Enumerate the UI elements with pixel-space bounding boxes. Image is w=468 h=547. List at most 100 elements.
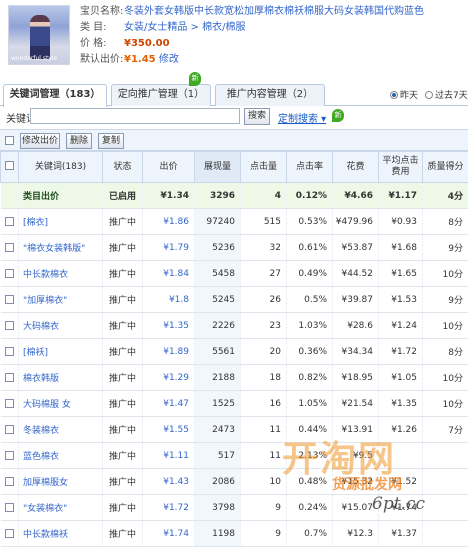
keyword-link[interactable]: 大码棉服 女 [23, 400, 71, 410]
bid-cell[interactable]: ¥1.11 [143, 443, 195, 469]
quality-cell: 7分 [423, 417, 468, 443]
product-thumbnail[interactable]: wonderful style [8, 5, 70, 65]
header-avg-cpc[interactable]: 平均点击费用 [379, 152, 423, 183]
row-checkbox[interactable] [5, 451, 14, 460]
bid-cell[interactable]: ¥1.72 [143, 495, 195, 521]
row-checkbox[interactable] [5, 347, 14, 356]
product-name-link[interactable]: 冬装外套女韩版中长款宽松加厚棉衣棉袄棉服大码女装韩国代购蓝色 [124, 4, 424, 20]
bid-cell[interactable]: ¥1.8 [143, 287, 195, 313]
table-row: 冬装棉衣推广中¥1.552473110.44%¥13.91¥1.267分 [1, 417, 468, 443]
keyword-link[interactable]: 大码棉衣 [23, 322, 59, 332]
bid-cell[interactable]: ¥1.29 [143, 365, 195, 391]
bid-cell[interactable]: ¥1.74 [143, 521, 195, 547]
bid-cell[interactable]: ¥1.86 [143, 209, 195, 235]
bid-link[interactable]: ¥1.29 [163, 373, 189, 383]
keyword-cell[interactable]: 蓝色棉衣 [19, 443, 103, 469]
header-clicks[interactable]: 点击量 [241, 152, 287, 183]
keyword-link[interactable]: 冬装棉衣 [23, 426, 59, 436]
bid-link[interactable]: ¥1.84 [163, 269, 189, 279]
header-checkbox[interactable] [1, 152, 19, 183]
row-checkbox[interactable] [5, 503, 14, 512]
bid-link[interactable]: ¥1.35 [163, 321, 189, 331]
keyword-link[interactable]: 中长款棉袄 [23, 530, 68, 540]
summary-bid[interactable]: ¥1.34 [143, 183, 195, 209]
keyword-link[interactable]: "加厚棉衣" [23, 296, 67, 306]
header-impressions[interactable]: 展现量 [195, 152, 241, 183]
header-cost[interactable]: 花费 [333, 152, 379, 183]
keyword-cell[interactable]: 棉衣韩版 [19, 365, 103, 391]
keyword-link[interactable]: "棉衣女装韩版" [23, 244, 85, 254]
bid-cell[interactable]: ¥1.35 [143, 313, 195, 339]
bid-cell[interactable]: ¥1.89 [143, 339, 195, 365]
bid-link[interactable]: ¥1.43 [163, 477, 189, 487]
header-bid[interactable]: 出价 [143, 152, 195, 183]
keyword-cell[interactable]: [棉衣] [19, 209, 103, 235]
bid-link[interactable]: ¥1.72 [163, 503, 189, 513]
select-all-checkbox[interactable] [5, 136, 14, 145]
keyword-cell[interactable]: 大码棉衣 [19, 313, 103, 339]
keyword-cell[interactable]: [棉袄] [19, 339, 103, 365]
keyword-link[interactable]: 棉衣韩版 [23, 374, 59, 384]
table-row: 大码棉服 女推广中¥1.471525161.05%¥21.54¥1.3510分 [1, 391, 468, 417]
category-link[interactable]: 女装/女士精品 > 棉衣/棉服 [124, 20, 245, 36]
row-checkbox[interactable] [5, 243, 14, 252]
bid-link[interactable]: ¥1.55 [163, 425, 189, 435]
header-quality-score[interactable]: 质量得分 [423, 152, 468, 183]
keyword-cell[interactable]: 大码棉服 女 [19, 391, 103, 417]
keyword-cell[interactable]: "加厚棉衣" [19, 287, 103, 313]
status-cell: 推广中 [103, 235, 143, 261]
row-checkbox[interactable] [5, 477, 14, 486]
header-keyword[interactable]: 关键词(183) [19, 152, 103, 183]
keyword-cell[interactable]: 加厚棉服女 [19, 469, 103, 495]
keyword-link[interactable]: [棉袄] [23, 348, 48, 358]
bid-link[interactable]: ¥1.86 [163, 217, 189, 227]
row-checkbox[interactable] [5, 217, 14, 226]
bid-cell[interactable]: ¥1.55 [143, 417, 195, 443]
keyword-search-input[interactable] [30, 108, 240, 124]
bid-link[interactable]: ¥1.89 [163, 347, 189, 357]
tab-content-management[interactable]: 推广内容管理（2） [215, 84, 325, 106]
row-checkbox[interactable] [5, 529, 14, 538]
tab-targeted-promotion[interactable]: 定向推广管理（1） [111, 84, 211, 106]
row-checkbox[interactable] [5, 425, 14, 434]
bid-cell[interactable]: ¥1.84 [143, 261, 195, 287]
keyword-link[interactable]: [棉衣] [23, 218, 48, 228]
radio-last-7-days[interactable]: 过去7天 [425, 88, 468, 101]
delete-button[interactable]: 删除 [66, 133, 92, 149]
bid-link[interactable]: ¥1.47 [163, 399, 189, 409]
row-checkbox[interactable] [5, 269, 14, 278]
status-cell: 推广中 [103, 469, 143, 495]
row-checkbox[interactable] [5, 373, 14, 382]
keyword-link[interactable]: 加厚棉服女 [23, 478, 68, 488]
bid-link[interactable]: ¥1.74 [163, 529, 189, 539]
clicks-cell: 9 [241, 521, 287, 547]
keyword-cell[interactable]: 中长款棉衣 [19, 261, 103, 287]
keyword-link[interactable]: 蓝色棉衣 [23, 452, 59, 462]
search-button[interactable]: 搜索 [244, 108, 270, 125]
bid-link[interactable]: ¥1.11 [163, 451, 189, 461]
keyword-cell[interactable]: 中长款棉袄 [19, 521, 103, 547]
keyword-cell[interactable]: "棉衣女装韩版" [19, 235, 103, 261]
row-checkbox[interactable] [5, 295, 14, 304]
bid-link[interactable]: ¥1.79 [163, 243, 189, 253]
keyword-link[interactable]: 中长款棉衣 [23, 270, 68, 280]
bid-cell[interactable]: ¥1.47 [143, 391, 195, 417]
keyword-cell[interactable]: "女装棉衣" [19, 495, 103, 521]
radio-yesterday[interactable]: 昨天 [390, 88, 418, 101]
quality-cell [423, 443, 468, 469]
header-ctr[interactable]: 点击率 [287, 152, 333, 183]
cost-cell: ¥15.32 [333, 469, 379, 495]
tab-keyword-management[interactable]: 关键词管理（183） [3, 84, 107, 107]
keyword-cell[interactable]: 冬装棉衣 [19, 417, 103, 443]
edit-bid-link[interactable]: 修改 [159, 52, 179, 68]
bid-cell[interactable]: ¥1.43 [143, 469, 195, 495]
copy-button[interactable]: 复制 [98, 133, 124, 149]
modify-bid-button[interactable]: 修改出价 [20, 133, 60, 149]
bid-cell[interactable]: ¥1.79 [143, 235, 195, 261]
row-checkbox[interactable] [5, 399, 14, 408]
custom-search-link[interactable]: 定制搜索 ▾ [278, 110, 326, 125]
keyword-link[interactable]: "女装棉衣" [23, 504, 67, 514]
row-checkbox[interactable] [5, 321, 14, 330]
header-status[interactable]: 状态 [103, 152, 143, 183]
bid-link[interactable]: ¥1.8 [169, 295, 189, 305]
